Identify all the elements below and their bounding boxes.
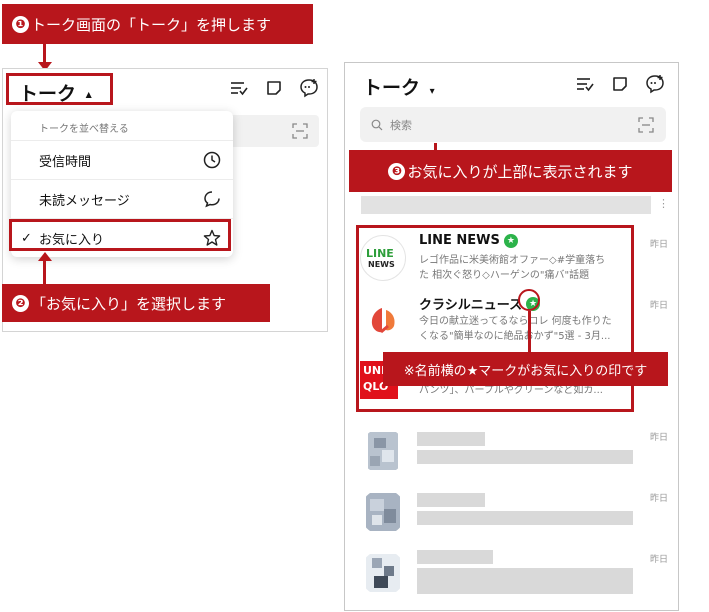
blurred-avatar — [368, 432, 398, 470]
line-news-logo-top: LINE — [366, 247, 394, 260]
step1-callout: ❶ トーク画面の「トーク」を押します — [2, 4, 313, 44]
sort-option-label: 未読メッセージ — [39, 193, 130, 209]
pinned-placeholder-bar — [361, 196, 651, 214]
new-window-icon[interactable] — [611, 75, 629, 93]
new-chat-icon[interactable] — [299, 78, 319, 98]
talk-title-label: トーク — [363, 77, 421, 99]
sort-list-icon[interactable] — [575, 75, 595, 93]
chat-row-blurred[interactable]: 昨日 — [345, 420, 678, 480]
blurred-name — [417, 432, 485, 446]
sort-list-icon[interactable] — [229, 79, 249, 97]
qr-scan-icon[interactable] — [638, 117, 654, 133]
favorites-highlight — [9, 219, 231, 251]
step1-number: ❶ — [12, 15, 29, 33]
blurred-name — [417, 493, 485, 507]
chat-time: 昨日 — [649, 494, 668, 504]
new-chat-icon[interactable] — [645, 74, 665, 94]
note-arrow-line — [528, 311, 531, 353]
talk-title-button[interactable]: トーク ▾ — [363, 73, 435, 100]
new-window-icon[interactable] — [265, 79, 283, 97]
speech-bubble-icon — [204, 191, 220, 208]
chat-time: 昨日 — [649, 433, 668, 443]
right-screenshot: トーク ▾ 検索 ⋮ LINE NEWS LINE NEWS ★ レゴ作品に米美… — [344, 62, 679, 611]
search-placeholder: 検索 — [390, 119, 412, 132]
blurred-avatar — [366, 493, 400, 531]
blurred-preview — [417, 511, 633, 525]
step3-number: ❸ — [388, 162, 406, 180]
favorite-star-icon: ★ — [503, 233, 518, 248]
title-highlight — [6, 73, 113, 105]
kurashiru-avatar — [360, 296, 406, 342]
chat-name: LINE NEWS ★ — [419, 233, 518, 248]
chat-time: 昨日 — [649, 240, 668, 250]
search-input[interactable]: 検索 — [360, 107, 666, 142]
chat-preview-line1: 今日の献立迷ってるならコレ 何度も作りた — [419, 316, 612, 327]
clock-icon — [203, 151, 221, 169]
line-news-logo-bottom: NEWS — [368, 260, 395, 269]
chat-preview-line2: た 相次ぐ怒り◇ハーゲンの"痛バ"話題 — [419, 270, 590, 281]
chat-preview: 今日の献立迷ってるならコレ 何度も作りた くなる"簡単なのに絶品おかず"5選 -… — [419, 314, 635, 344]
step2-text: 「お気に入り」を選択します — [31, 294, 227, 313]
chat-time: 昨日 — [649, 555, 668, 565]
sort-option-unread[interactable]: 未読メッセージ — [11, 179, 233, 218]
sort-option-received-time[interactable]: 受信時間 — [11, 140, 233, 179]
favorite-mark-note: ※名前横の★マークがお気に入りの印です — [383, 352, 668, 386]
step2-number: ❷ — [12, 294, 29, 312]
chat-name-text: クラシルニュース — [419, 298, 523, 313]
chat-time: 昨日 — [649, 301, 668, 311]
step1-text: トーク画面の「トーク」を押します — [31, 15, 272, 34]
chat-preview-line1: レゴ作品に米美術館オファー◇#学童落ち — [419, 255, 606, 266]
step3-callout: ❸ お気に入りが上部に表示されます — [349, 150, 672, 192]
chat-row-blurred[interactable]: 昨日 — [345, 481, 678, 541]
kurashiru-logo-icon — [371, 308, 395, 334]
step1-arrow-line — [43, 44, 46, 64]
chat-preview: レゴ作品に米美術館オファー◇#学童落ち た 相次ぐ怒り◇ハーゲンの"痛バ"話題 — [419, 253, 635, 283]
chat-row-kurashiru[interactable]: クラシルニュース ★ 今日の献立迷ってるならコレ 何度も作りた くなる"簡単なの… — [345, 288, 678, 348]
uniqlo-logo-top: UNI — [363, 364, 386, 377]
chat-row-blurred[interactable]: 昨日 — [345, 542, 678, 602]
star-circle-highlight — [518, 289, 540, 311]
chat-name-text: LINE NEWS — [419, 233, 500, 248]
sort-menu-header: トークを並べ替える — [39, 124, 129, 135]
line-news-avatar: LINE NEWS — [360, 235, 406, 281]
search-icon — [371, 119, 383, 131]
more-icon[interactable]: ⋮ — [658, 197, 669, 210]
qr-scan-icon[interactable] — [292, 123, 308, 139]
step3-text: お気に入りが上部に表示されます — [407, 162, 633, 181]
step2-arrow-line — [43, 260, 46, 284]
blurred-preview — [417, 568, 633, 594]
chat-row-line-news[interactable]: LINE NEWS LINE NEWS ★ レゴ作品に米美術館オファー◇#学童落… — [345, 227, 678, 287]
blurred-name — [417, 550, 493, 564]
chat-preview-line2: くなる"簡単なのに絶品おかず"5選 - 3月... — [419, 331, 611, 342]
blurred-avatar — [366, 554, 400, 592]
caret-down-icon: ▾ — [429, 86, 435, 97]
blurred-preview — [417, 450, 633, 464]
sort-option-label: 受信時間 — [39, 154, 92, 170]
step2-callout: ❷ 「お気に入り」を選択します — [2, 284, 270, 322]
